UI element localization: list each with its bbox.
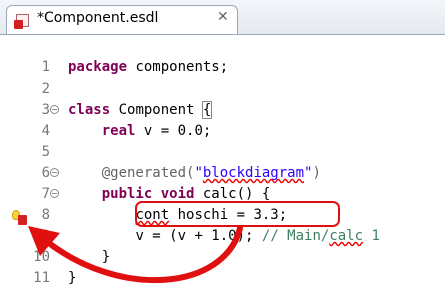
editor-window: *Component.esdl ✕ 1 package components; … <box>0 0 445 303</box>
annotation-arrow <box>28 225 243 284</box>
